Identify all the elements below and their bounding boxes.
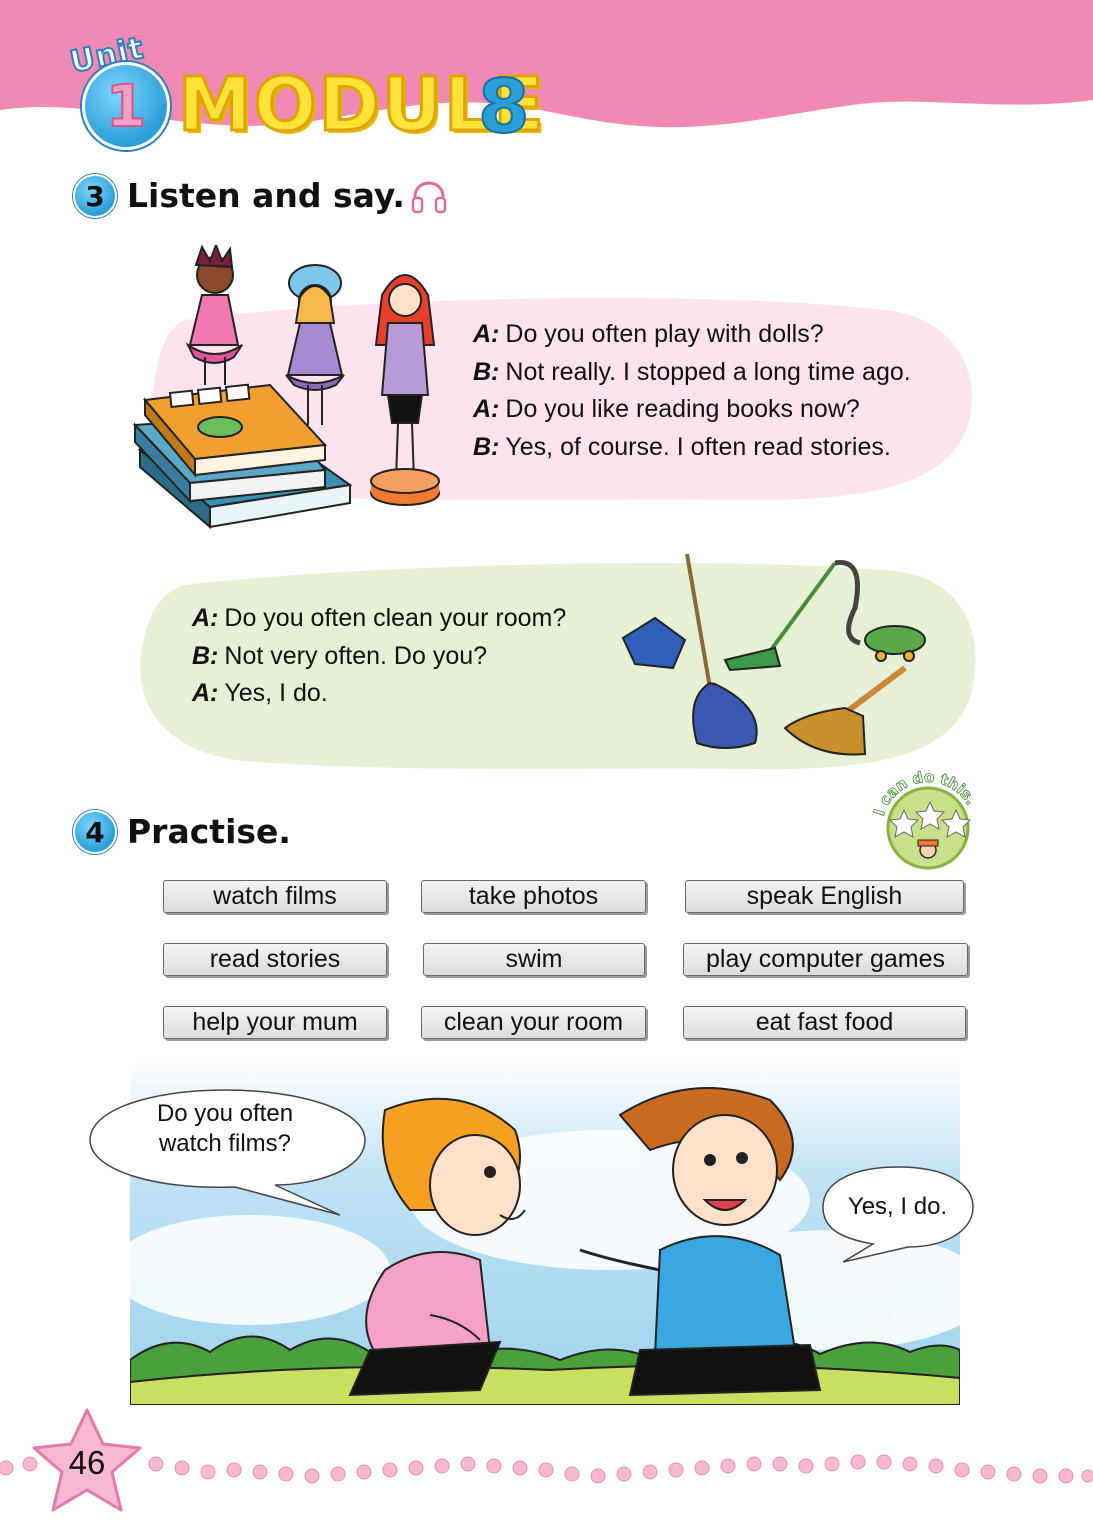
dialogue-2: A: Do you often clean your room? B: Not ve… bbox=[192, 600, 566, 713]
dialogue-text: Do you often play with dolls? bbox=[505, 320, 824, 348]
dolls-and-books-illustration bbox=[132, 245, 440, 530]
footer-decoration bbox=[0, 1408, 1093, 1512]
cleaning-tools-illustration bbox=[621, 553, 926, 756]
dialogue-2-line: A: Yes, I do. bbox=[192, 675, 566, 713]
phrase-button-eat-fast-food[interactable]: eat fast food bbox=[683, 1006, 966, 1039]
phrase-button-clean-your-room[interactable]: clean your room bbox=[421, 1006, 646, 1039]
dialogue-text: Do you often clean your room? bbox=[224, 604, 567, 632]
dialogue-text: Do you like reading books now? bbox=[505, 395, 860, 423]
speaker-label: A: bbox=[192, 679, 219, 707]
bubble-line: watch films? bbox=[158, 1130, 292, 1157]
bubble-line: Do you often bbox=[156, 1100, 294, 1127]
dialogue-2-line: A: Do you often clean your room? bbox=[192, 600, 566, 638]
phrase-button-take-photos[interactable]: take photos bbox=[421, 880, 646, 913]
speech-bubble-right-text: Yes, I do. bbox=[847, 1193, 948, 1220]
phrase-button-help-your-mum[interactable]: help your mum bbox=[163, 1006, 387, 1039]
unit-number-badge: 1 bbox=[82, 62, 170, 150]
dialogue-1-line: A: Do you often play with dolls? bbox=[473, 316, 911, 354]
phrase-button-read-stories[interactable]: read stories bbox=[163, 943, 387, 976]
section-4-number: 4 bbox=[73, 810, 117, 854]
dialogue-1-line: A: Do you like reading books now? bbox=[473, 391, 911, 429]
dialogue-1: A: Do you often play with dolls? B: Not re… bbox=[473, 316, 911, 466]
section-3-number: 3 bbox=[73, 174, 117, 218]
i-can-do-this-badge[interactable]: I can do this. bbox=[868, 770, 988, 870]
speaker-label: A: bbox=[192, 604, 219, 632]
page-number: 46 bbox=[68, 1444, 106, 1481]
phrase-button-watch-films[interactable]: watch films bbox=[163, 880, 387, 913]
phrase-button-play-computer-games[interactable]: play computer games bbox=[683, 943, 968, 976]
speaker-label: B: bbox=[473, 357, 500, 386]
section-3-title: Listen and say. bbox=[127, 176, 405, 215]
dialogue-text: Yes, I do. bbox=[224, 679, 328, 707]
speaker-label: B: bbox=[192, 641, 219, 670]
dialogue-text: Not very often. Do you? bbox=[224, 641, 488, 670]
dialogue-2-line: B: Not very often. Do you? bbox=[192, 638, 566, 676]
module-number: 8 bbox=[477, 63, 530, 151]
phrase-button-speak-english[interactable]: speak English bbox=[685, 880, 964, 913]
dialogue-1-line: B: Not really. I stopped a long time ago. bbox=[473, 354, 911, 392]
dialogue-text: Not really. I stopped a long time ago. bbox=[505, 357, 911, 386]
speaker-label: B: bbox=[473, 432, 500, 461]
section-4-title: Practise. bbox=[127, 812, 291, 851]
speaker-label: A: bbox=[473, 395, 500, 423]
speech-bubble-left-text: Do you often watch films? bbox=[105, 1099, 345, 1159]
headphones-icon[interactable] bbox=[410, 180, 448, 214]
dialogue-1-line: B: Yes, of course. I often read stories. bbox=[473, 429, 911, 467]
phrase-button-swim[interactable]: swim bbox=[423, 943, 645, 976]
dialogue-text: Yes, of course. I often read stories. bbox=[505, 432, 891, 461]
speaker-label: A: bbox=[473, 320, 500, 348]
